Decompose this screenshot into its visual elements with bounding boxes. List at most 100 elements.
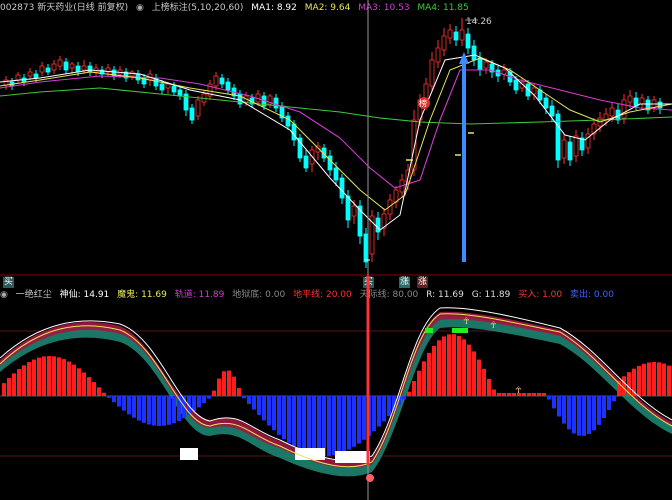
hist-bar-down xyxy=(582,396,586,436)
hist-bar-down xyxy=(327,396,331,456)
hist-bar-up xyxy=(487,378,491,396)
hist-bar-down xyxy=(402,396,406,400)
hist-bar-up xyxy=(12,373,16,396)
bottom-block xyxy=(335,451,370,463)
hist-bar-down xyxy=(592,396,596,431)
hist-bar-up xyxy=(622,376,626,396)
hist-bar-down xyxy=(167,396,171,425)
hist-bar-up xyxy=(432,345,436,396)
hist-bar-up xyxy=(62,359,66,396)
hist-bar-down xyxy=(242,396,246,399)
hist-bar-up xyxy=(92,382,96,396)
hist-bar-up xyxy=(27,362,31,396)
hist-bar-down xyxy=(602,396,606,419)
indicator-chart[interactable]: ☥ ☥ ☥ xyxy=(0,276,672,500)
candle-up xyxy=(129,71,135,77)
hist-bar-down xyxy=(287,396,291,443)
hist-bar-down xyxy=(292,396,296,447)
candle-up xyxy=(435,47,441,63)
hist-bar-down xyxy=(257,396,261,416)
candle-down xyxy=(471,45,477,61)
hist-bar-down xyxy=(172,396,176,424)
candle-down xyxy=(657,101,663,109)
green-marker xyxy=(452,328,468,333)
hist-bar-up xyxy=(482,368,486,396)
candle-up xyxy=(165,83,171,89)
ma4-line xyxy=(0,87,672,125)
hist-bar-up xyxy=(452,334,456,396)
hist-bar-down xyxy=(247,396,251,404)
hist-bar-down xyxy=(132,396,136,418)
candle-up xyxy=(621,99,627,119)
hist-bar-up xyxy=(222,371,226,396)
candle-up xyxy=(627,95,633,103)
candle-up xyxy=(447,29,453,39)
candle-up xyxy=(351,205,357,217)
hist-bar-down xyxy=(277,396,281,435)
bottom-block xyxy=(295,448,325,460)
hist-bar-down xyxy=(387,396,391,417)
hist-bar-up xyxy=(532,393,536,396)
candle-up xyxy=(39,65,45,73)
person-icon: ☥ xyxy=(515,386,522,396)
hist-bar-up xyxy=(502,393,506,396)
candle-down xyxy=(465,33,471,49)
candle-up xyxy=(483,61,489,69)
hist-bar-down xyxy=(372,396,376,432)
hist-bar-down xyxy=(297,396,301,450)
hist-bar-down xyxy=(272,396,276,431)
hist-bar-up xyxy=(422,361,426,396)
hist-bar-up xyxy=(537,393,541,396)
hist-bar-down xyxy=(197,396,201,408)
hist-bar-down xyxy=(267,396,271,426)
candle-down xyxy=(513,79,519,91)
hist-bar-down xyxy=(377,396,381,427)
candle-down xyxy=(285,115,291,127)
hist-bar-up xyxy=(102,392,106,396)
hist-bar-down xyxy=(567,396,571,430)
hist-bar-up xyxy=(667,365,671,396)
hist-bar-down xyxy=(162,396,166,426)
candle-down xyxy=(75,65,81,73)
hist-bar-down xyxy=(587,396,591,435)
hist-bar-up xyxy=(227,370,231,396)
candle-down xyxy=(543,97,549,109)
hist-bar-down xyxy=(562,396,566,424)
candle-up xyxy=(3,79,9,86)
hist-bar-down xyxy=(127,396,131,415)
candle-down xyxy=(87,65,93,73)
hist-bar-up xyxy=(647,362,651,396)
candlesticks xyxy=(3,18,663,268)
candle-down xyxy=(333,167,339,181)
hist-bar-up xyxy=(97,387,101,396)
candle-down xyxy=(225,81,231,91)
hist-bar-down xyxy=(122,396,126,411)
hist-bar-down xyxy=(307,396,311,454)
candle-down xyxy=(177,89,183,97)
candle-up xyxy=(501,69,507,75)
hist-bar-down xyxy=(322,396,326,456)
hist-bar-up xyxy=(67,361,71,396)
candle-up xyxy=(213,75,219,87)
hist-bar-down xyxy=(192,396,196,412)
hist-bar-down xyxy=(382,396,386,422)
candle-down xyxy=(339,177,345,199)
hist-bar-up xyxy=(407,391,411,396)
candle-down xyxy=(219,77,225,85)
hist-bar-down xyxy=(207,396,211,399)
hist-bar-up xyxy=(2,383,6,396)
hist-bar-up xyxy=(447,334,451,396)
hist-bar-up xyxy=(542,393,546,396)
hist-bar-down xyxy=(597,396,601,425)
candle-up xyxy=(441,35,447,51)
candle-down xyxy=(159,83,165,91)
hist-bar-down xyxy=(547,396,551,400)
hist-bar-down xyxy=(147,396,151,425)
hist-bar-down xyxy=(332,396,336,456)
person-icon: ☥ xyxy=(490,321,497,331)
hist-bar-up xyxy=(417,370,421,396)
hist-bar-down xyxy=(112,396,116,403)
candle-up xyxy=(639,97,645,105)
price-chart[interactable]: 14.26 榜 xyxy=(0,0,672,276)
hist-bar-up xyxy=(232,376,236,396)
